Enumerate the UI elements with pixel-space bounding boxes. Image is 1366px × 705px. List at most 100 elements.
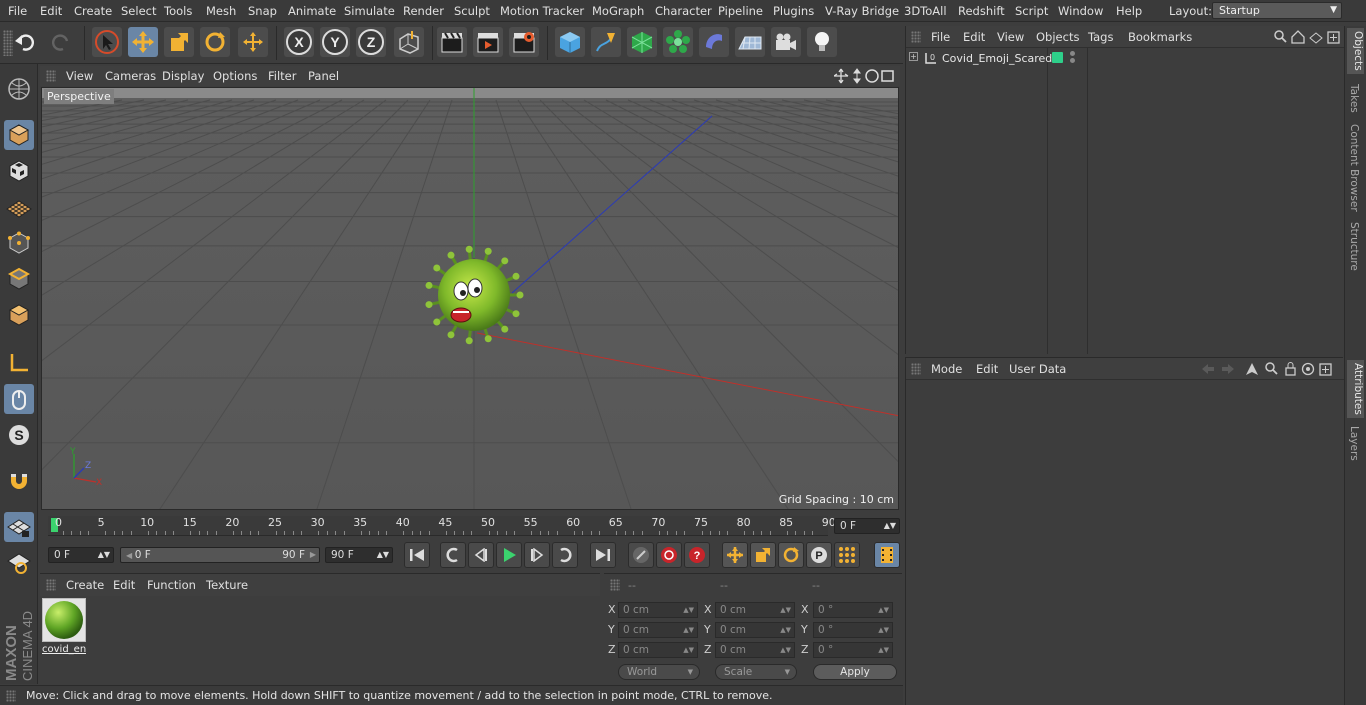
menu-mesh[interactable]: Mesh bbox=[206, 4, 236, 18]
menu-create[interactable]: Create bbox=[74, 4, 112, 18]
menu-render[interactable]: Render bbox=[403, 4, 444, 18]
polygons-mode-button[interactable] bbox=[4, 300, 34, 330]
rotation-field[interactable]: 0 ° ▲▼ bbox=[813, 602, 893, 618]
undo-button[interactable] bbox=[10, 27, 40, 57]
snap-button[interactable] bbox=[4, 466, 34, 496]
viewport-menu-options[interactable]: Options bbox=[213, 69, 257, 83]
menu-animate[interactable]: Animate bbox=[288, 4, 336, 18]
record-active-objects-button[interactable] bbox=[628, 542, 654, 568]
scale-tool-button[interactable] bbox=[164, 27, 194, 57]
object-menu-file[interactable]: File bbox=[931, 30, 950, 44]
viewport-menu-view[interactable]: View bbox=[66, 69, 93, 83]
coordinates-grip[interactable] bbox=[610, 579, 620, 591]
next-key-button[interactable] bbox=[552, 542, 578, 568]
menu-pipeline[interactable]: Pipeline bbox=[718, 4, 763, 18]
material-grip[interactable] bbox=[46, 579, 56, 591]
x-axis-lock-button[interactable]: X bbox=[284, 27, 314, 57]
menu-snap[interactable]: Snap bbox=[248, 4, 277, 18]
menu-motion-tracker[interactable]: Motion Tracker bbox=[500, 4, 584, 18]
locked-workplane-button[interactable] bbox=[4, 548, 34, 578]
render-visibility-dot[interactable] bbox=[1070, 58, 1075, 63]
menu-select[interactable]: Select bbox=[121, 4, 156, 18]
deformer-button[interactable] bbox=[699, 27, 729, 57]
object-menu-edit[interactable]: Edit bbox=[963, 30, 985, 44]
key-parameter-button[interactable]: P bbox=[806, 542, 832, 568]
stepper-arrows-icon[interactable]: ▲▼ bbox=[878, 623, 889, 637]
timeline-end-field[interactable]: 90 F ▲▼ bbox=[325, 547, 393, 563]
menu-3dtoall[interactable]: 3DToAll bbox=[904, 4, 947, 18]
add-cube-button[interactable] bbox=[555, 27, 585, 57]
size-field[interactable]: 0 cm ▲▼ bbox=[715, 602, 795, 618]
key-rotation-button[interactable] bbox=[778, 542, 804, 568]
live-selection-button[interactable] bbox=[92, 27, 122, 57]
stepper-arrows-icon[interactable]: ▲▼ bbox=[878, 643, 889, 657]
material-menu-function[interactable]: Function bbox=[147, 578, 196, 592]
camera-button[interactable] bbox=[771, 27, 801, 57]
rotation-field[interactable]: 0 ° ▲▼ bbox=[813, 622, 893, 638]
menu-character[interactable]: Character bbox=[655, 4, 712, 18]
render-settings-button[interactable] bbox=[509, 27, 539, 57]
position-field[interactable]: 0 cm ▲▼ bbox=[618, 642, 698, 658]
cloner-button[interactable] bbox=[663, 27, 693, 57]
render-view-button[interactable] bbox=[437, 27, 467, 57]
render-to-picture-viewer-button[interactable] bbox=[473, 27, 503, 57]
go-to-end-button[interactable] bbox=[590, 542, 616, 568]
menu-help[interactable]: Help bbox=[1116, 4, 1142, 18]
viewport-menu-filter[interactable]: Filter bbox=[268, 69, 296, 83]
timeline-range-slider[interactable]: ◀ 0 F 90 F ▶ bbox=[120, 547, 320, 563]
editor-visibility-dot[interactable] bbox=[1070, 51, 1075, 56]
size-field[interactable]: 0 cm ▲▼ bbox=[715, 622, 795, 638]
axis-mode-button[interactable] bbox=[4, 348, 34, 378]
timeline-window-button[interactable] bbox=[874, 542, 900, 568]
tab-takes[interactable]: Takes bbox=[1348, 84, 1360, 113]
stepper-arrows-icon[interactable]: ▲▼ bbox=[683, 603, 694, 617]
stepper-arrows-icon[interactable]: ▲▼ bbox=[780, 623, 791, 637]
model-mode-button[interactable] bbox=[4, 120, 34, 150]
transform-mode-dropdown[interactable]: Scale ▼ bbox=[715, 664, 797, 680]
solo-button[interactable]: S bbox=[4, 420, 34, 450]
edges-mode-button[interactable] bbox=[4, 264, 34, 294]
viewport-menu-cameras[interactable]: Cameras bbox=[105, 69, 156, 83]
autokeying-button[interactable] bbox=[656, 542, 682, 568]
expand-icon[interactable]: + bbox=[909, 52, 918, 61]
tab-content-browser[interactable]: Content Browser bbox=[1348, 124, 1360, 212]
menu-vray-bridge[interactable]: V-Ray Bridge bbox=[825, 4, 899, 18]
material-menu-create[interactable]: Create bbox=[66, 578, 104, 592]
material-menu-edit[interactable]: Edit bbox=[113, 578, 135, 592]
tab-objects[interactable]: Objects bbox=[1347, 28, 1364, 74]
rotation-field[interactable]: 0 ° ▲▼ bbox=[813, 642, 893, 658]
menu-tools[interactable]: Tools bbox=[164, 4, 192, 18]
menu-edit[interactable]: Edit bbox=[40, 4, 62, 18]
object-menu-tags[interactable]: Tags bbox=[1088, 30, 1113, 44]
coordinate-space-dropdown[interactable]: World ▼ bbox=[618, 664, 700, 680]
menu-window[interactable]: Window bbox=[1058, 4, 1103, 18]
y-axis-lock-button[interactable]: Y bbox=[320, 27, 350, 57]
stepper-arrows-icon[interactable]: ▲▼ bbox=[780, 603, 791, 617]
key-point-level-button[interactable] bbox=[834, 542, 860, 568]
add-spline-pen-button[interactable] bbox=[591, 27, 621, 57]
size-field[interactable]: 0 cm ▲▼ bbox=[715, 642, 795, 658]
workplane-mode-button[interactable] bbox=[4, 192, 34, 222]
tweak-mode-button[interactable] bbox=[4, 384, 34, 414]
subdivision-surface-button[interactable] bbox=[627, 27, 657, 57]
viewport-menu-display[interactable]: Display bbox=[162, 69, 204, 83]
layer-color-swatch[interactable] bbox=[1052, 52, 1063, 63]
object-grip[interactable] bbox=[911, 31, 921, 43]
position-field[interactable]: 0 cm ▲▼ bbox=[618, 622, 698, 638]
menu-mograph[interactable]: MoGraph bbox=[592, 4, 644, 18]
viewport-menu-panel[interactable]: Panel bbox=[308, 69, 339, 83]
play-forward-button[interactable] bbox=[496, 542, 522, 568]
tab-structure[interactable]: Structure bbox=[1348, 222, 1360, 271]
current-frame-field[interactable]: 0 F ▲▼ bbox=[834, 518, 900, 534]
3d-viewport[interactable]: Y X Z Perspective Grid Spacing : 10 cm bbox=[41, 87, 899, 510]
object-row[interactable]: + 0 Covid_Emoji_Scared bbox=[906, 50, 1344, 68]
go-to-start-button[interactable] bbox=[404, 542, 430, 568]
layout-dropdown[interactable]: Startup ▼ bbox=[1212, 2, 1342, 19]
apply-button[interactable]: Apply bbox=[813, 664, 897, 680]
tab-layers[interactable]: Layers bbox=[1348, 426, 1360, 461]
coordinate-system-button[interactable] bbox=[394, 27, 424, 57]
attribute-grip[interactable] bbox=[911, 363, 921, 375]
menu-script[interactable]: Script bbox=[1015, 4, 1048, 18]
points-mode-button[interactable] bbox=[4, 228, 34, 258]
object-menu-view[interactable]: View bbox=[997, 30, 1024, 44]
